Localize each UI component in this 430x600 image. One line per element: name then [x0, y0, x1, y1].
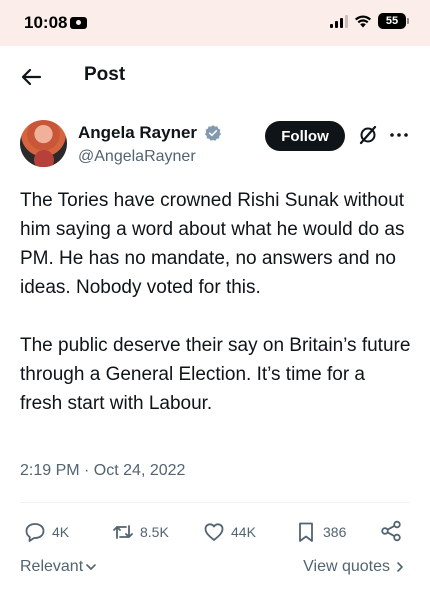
heart-icon [204, 523, 224, 541]
bookmark-button[interactable]: 386 [295, 519, 346, 545]
view-quotes-label: View quotes [303, 558, 390, 575]
tweet-timestamp[interactable]: 2:19 PM · Oct 24, 2022 [20, 462, 185, 480]
battery-level: 55 [385, 15, 399, 27]
reply-count: 4K [52, 524, 70, 540]
verified-badge-icon [204, 125, 222, 141]
action-bar: 4K 8.5K 44K 386 [0, 515, 430, 549]
sort-label: Relevant [20, 558, 84, 575]
screen-record-icon [70, 17, 87, 29]
share-icon[interactable] [380, 520, 402, 542]
tweet-text: The Tories have crowned Rishi Sunak with… [20, 186, 412, 418]
reply-icon [25, 523, 45, 542]
view-quotes-link[interactable]: View quotes [303, 558, 406, 576]
status-time: 10:08 [24, 13, 68, 32]
tweet-paragraph: The public deserve their say on Britain’… [20, 335, 411, 414]
chevron-right-icon [397, 562, 403, 572]
cellular-signal-icon [330, 14, 348, 28]
back-arrow-icon[interactable] [20, 66, 42, 88]
like-button[interactable]: 44K [203, 519, 256, 545]
bookmark-icon [299, 522, 313, 542]
grok-icon[interactable] [357, 124, 379, 146]
status-bar: 10:08 55 [0, 0, 430, 46]
tweet-paragraph: The Tories have crowned Rishi Sunak with… [20, 190, 405, 298]
repost-icon [113, 525, 133, 539]
bookmark-count: 386 [323, 524, 347, 540]
battery-icon: 55 [378, 13, 409, 29]
divider [20, 502, 410, 503]
reply-button[interactable]: 4K [24, 519, 69, 545]
page-title: Post [84, 64, 126, 85]
chevron-down-icon [86, 564, 96, 570]
more-options-icon[interactable] [388, 124, 410, 146]
sort-replies-button[interactable]: Relevant [20, 558, 97, 576]
like-count: 44K [231, 524, 256, 540]
repost-button[interactable]: 8.5K [112, 519, 169, 545]
wifi-icon [355, 15, 371, 28]
author-handle[interactable]: @AngelaRayner [78, 148, 196, 166]
status-indicators: 55 [330, 13, 409, 29]
page-header: Post [0, 50, 430, 102]
repost-count: 8.5K [140, 524, 169, 540]
follow-button[interactable]: Follow [265, 121, 345, 151]
avatar[interactable] [20, 120, 67, 167]
author-name[interactable]: Angela Rayner [78, 123, 197, 143]
